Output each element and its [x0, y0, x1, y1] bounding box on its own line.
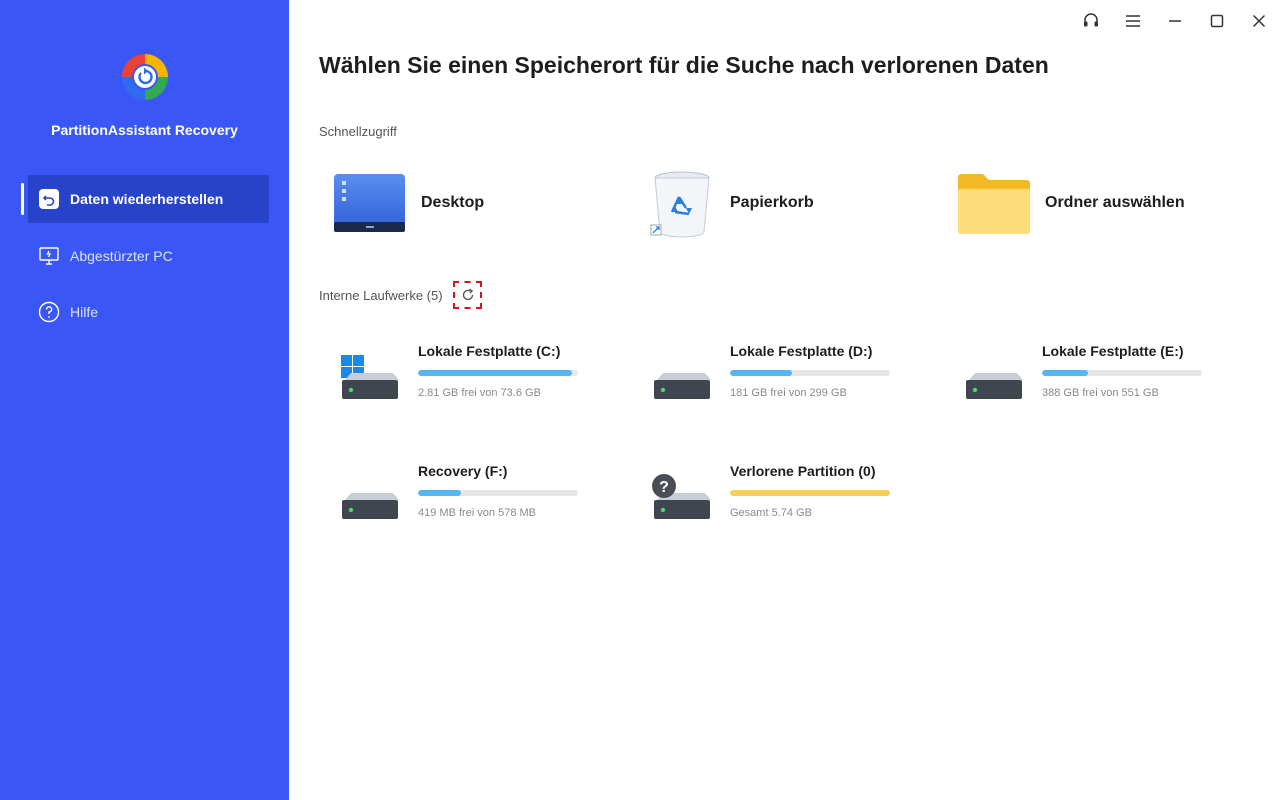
- quick-access-label: Schnellzugriff: [319, 124, 397, 139]
- drive-size: 419 MB frei von 578 MB: [418, 507, 537, 519]
- drive-name: Verlorene Partition (0): [730, 463, 876, 479]
- drive-name: Lokale Festplatte (C:): [418, 343, 561, 359]
- folder-icon: [958, 173, 1030, 234]
- desktop-icon: [334, 173, 405, 232]
- sidebar-item-label: Daten wiederherstellen: [70, 191, 224, 207]
- hard-drive-icon: [966, 373, 1023, 399]
- svg-text:?: ?: [659, 479, 669, 496]
- sidebar-item-hilfe[interactable]: Hilfe: [28, 288, 269, 336]
- quick-access-label-text: Desktop: [421, 193, 485, 211]
- hard-drive-icon: [654, 373, 711, 399]
- sidebar-item-abgestuerzter-pc[interactable]: Abgestürzter PC: [28, 232, 269, 280]
- drive-usage-bar: [418, 370, 578, 376]
- drive-usage-fill: [1042, 370, 1089, 376]
- restore-icon: [38, 188, 60, 210]
- drive-size: 181 GB frei von 299 GB: [730, 387, 847, 399]
- help-icon: [38, 301, 60, 323]
- monitor-icon: [38, 245, 60, 267]
- drive-usage-bar: [730, 490, 890, 496]
- window-controls: [1070, 0, 1280, 42]
- sidebar-item-label: Hilfe: [70, 304, 99, 320]
- app-name: PartitionAssistant Recovery: [51, 122, 238, 138]
- drive-usage-fill: [418, 370, 572, 376]
- sidebar-item-label: Abgestürzter PC: [70, 248, 173, 264]
- minimize-icon[interactable]: [1154, 0, 1196, 42]
- drive-name: Lokale Festplatte (E:): [1042, 343, 1184, 359]
- drive-usage-fill: [418, 490, 462, 496]
- refresh-button[interactable]: [453, 281, 482, 309]
- drive-name: Recovery (F:): [418, 463, 508, 479]
- drive-c[interactable]: Lokale Festplatte (C:) 2.81 GB frei von …: [319, 337, 609, 417]
- quick-access-label-text: Papierkorb: [730, 193, 814, 211]
- menu-icon[interactable]: [1112, 0, 1154, 42]
- drive-usage-bar: [730, 370, 890, 376]
- sidebar-item-daten-wiederherstellen[interactable]: Daten wiederherstellen: [28, 175, 269, 223]
- drive-size: 2.81 GB frei von 73.6 GB: [418, 387, 541, 399]
- quick-access-recycle-bin[interactable]: Papierkorb: [648, 165, 938, 240]
- drive-lost-partition[interactable]: ? Verlorene Partition (0) Gesamt 5.74 GB: [631, 457, 921, 537]
- drive-e[interactable]: Lokale Festplatte (E:) 388 GB frei von 5…: [943, 337, 1233, 417]
- refresh-icon: [462, 288, 473, 301]
- quick-access-desktop[interactable]: Desktop: [333, 165, 623, 240]
- close-icon[interactable]: [1238, 0, 1280, 42]
- active-indicator: [21, 183, 24, 215]
- drive-f[interactable]: Recovery (F:) 419 MB frei von 578 MB: [319, 457, 609, 537]
- maximize-icon[interactable]: [1196, 0, 1238, 42]
- internal-drives-label: Interne Laufwerke (5): [319, 288, 443, 303]
- drive-size: Gesamt 5.74 GB: [730, 507, 812, 519]
- drive-usage-fill: [730, 370, 793, 376]
- drive-d[interactable]: Lokale Festplatte (D:) 181 GB frei von 2…: [631, 337, 921, 417]
- headset-icon[interactable]: [1070, 0, 1112, 42]
- drive-usage-bar: [418, 490, 578, 496]
- quick-access-label-text: Ordner auswählen: [1045, 193, 1185, 211]
- quick-access-choose-folder[interactable]: Ordner auswählen: [957, 165, 1247, 240]
- app-logo-icon: [122, 54, 168, 100]
- page-title: Wählen Sie einen Speicherort für die Suc…: [319, 52, 1049, 78]
- drive-size: 388 GB frei von 551 GB: [1042, 387, 1159, 399]
- hard-drive-icon: [342, 493, 399, 519]
- hard-drive-icon: ?: [652, 474, 711, 519]
- drive-usage-fill: [730, 490, 890, 496]
- drive-name: Lokale Festplatte (D:): [730, 343, 873, 359]
- drive-usage-bar: [1042, 370, 1202, 376]
- recycle-bin-icon: [650, 171, 710, 237]
- sidebar: PartitionAssistant Recovery Daten wieder…: [0, 0, 289, 800]
- hard-drive-icon: [341, 355, 399, 399]
